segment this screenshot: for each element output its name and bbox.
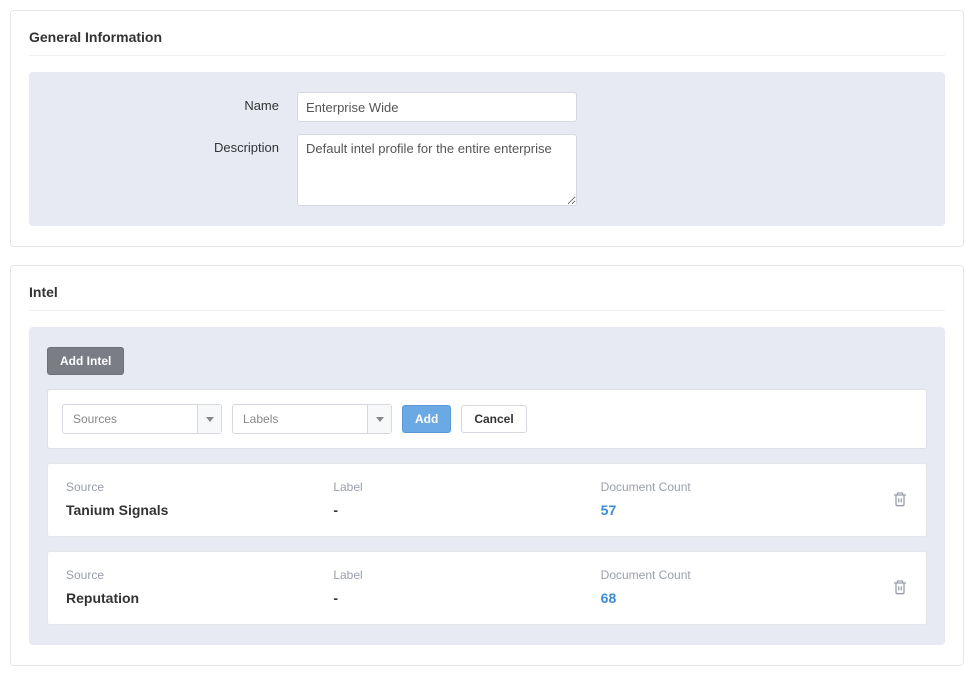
trash-icon	[892, 579, 908, 595]
general-section-title: General Information	[29, 29, 945, 56]
name-input[interactable]	[297, 92, 577, 122]
name-row: Name	[47, 92, 927, 122]
source-header: Source	[66, 568, 333, 582]
intel-section-title: Intel	[29, 284, 945, 311]
source-value: Reputation	[66, 590, 333, 606]
sources-dropdown-label: Sources	[73, 412, 117, 426]
general-information-panel: General Information Name Description	[10, 10, 964, 247]
label-header: Label	[333, 480, 600, 494]
doc-count-header: Document Count	[601, 480, 868, 494]
intel-row: Source Label Document Count Reputation -…	[47, 551, 927, 625]
add-intel-button[interactable]: Add Intel	[47, 347, 124, 375]
sources-caret-box	[197, 405, 221, 433]
delete-row-button[interactable]	[892, 579, 908, 595]
source-header: Source	[66, 480, 333, 494]
chevron-down-icon	[376, 417, 384, 422]
name-label: Name	[47, 92, 297, 113]
intel-block: Add Intel Sources Labels Add Cancel Sour…	[29, 327, 945, 645]
label-value: -	[333, 502, 600, 518]
label-value: -	[333, 590, 600, 606]
label-header: Label	[333, 568, 600, 582]
filter-bar: Sources Labels Add Cancel	[47, 389, 927, 449]
description-row: Description	[47, 134, 927, 206]
labels-dropdown-label: Labels	[243, 412, 278, 426]
doc-count-value[interactable]: 57	[601, 502, 868, 518]
general-form-block: Name Description	[29, 72, 945, 226]
chevron-down-icon	[206, 417, 214, 422]
doc-count-value[interactable]: 68	[601, 590, 868, 606]
sources-dropdown[interactable]: Sources	[62, 404, 222, 434]
cancel-button[interactable]: Cancel	[461, 405, 526, 433]
source-value: Tanium Signals	[66, 502, 333, 518]
delete-row-button[interactable]	[892, 491, 908, 507]
doc-count-header: Document Count	[601, 568, 868, 582]
add-button[interactable]: Add	[402, 405, 451, 433]
labels-dropdown[interactable]: Labels	[232, 404, 392, 434]
description-label: Description	[47, 134, 297, 155]
intel-panel: Intel Add Intel Sources Labels Add Cance…	[10, 265, 964, 666]
intel-row: Source Label Document Count Tanium Signa…	[47, 463, 927, 537]
trash-icon	[892, 491, 908, 507]
labels-caret-box	[367, 405, 391, 433]
description-textarea[interactable]	[297, 134, 577, 206]
